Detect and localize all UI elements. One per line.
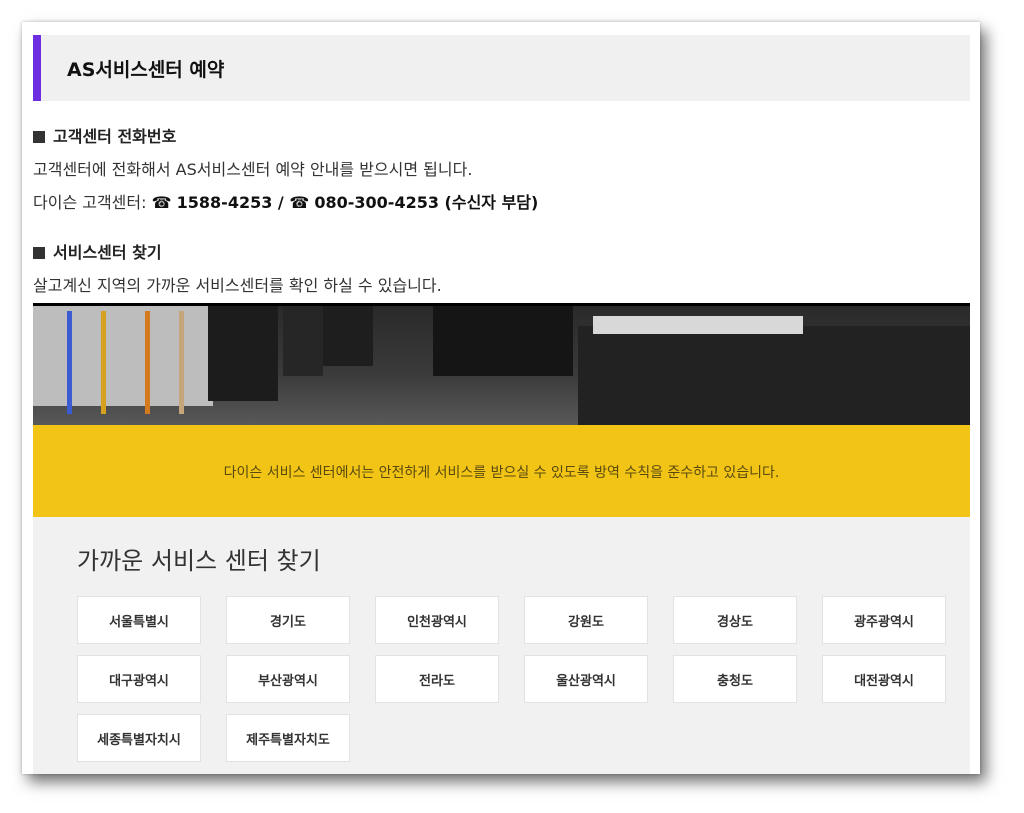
region-button-daegu[interactable]: 대구광역시 xyxy=(77,655,201,703)
region-button-chungcheong[interactable]: 충청도 xyxy=(673,655,797,703)
region-button-incheon[interactable]: 인천광역시 xyxy=(375,596,499,644)
region-button-jeolla[interactable]: 전라도 xyxy=(375,655,499,703)
region-button-sejong[interactable]: 세종특별자치시 xyxy=(77,714,201,762)
phone-section-text: 고객센터에 전화해서 AS서비스센터 예약 안내를 받으시면 됩니다. xyxy=(33,160,473,179)
region-button-gwangju[interactable]: 광주광역시 xyxy=(822,596,946,644)
center-section-text: 살고계신 지역의 가까운 서비스센터를 확인 하실 수 있습니다. xyxy=(33,276,442,295)
phone-numbers-line: 다이슨 고객센터: ☎ 1588-4253 / ☎ 080-300-4253 (… xyxy=(33,193,539,212)
notice-banner: 다이슨 서비스 센터에서는 안전하게 서비스를 받으실 수 있도록 방역 수칙을… xyxy=(33,425,970,517)
phone-icon: ☎ xyxy=(289,193,310,212)
center-section-heading: 서비스센터 찾기 xyxy=(33,239,162,263)
region-button-daejeon[interactable]: 대전광역시 xyxy=(822,655,946,703)
square-bullet-icon xyxy=(33,131,45,143)
region-button-gyeongsang[interactable]: 경상도 xyxy=(673,596,797,644)
page-title: AS서비스센터 예약 xyxy=(67,59,225,81)
region-button-busan[interactable]: 부산광역시 xyxy=(226,655,350,703)
service-center-photo xyxy=(33,303,970,428)
phone-number-2: 080-300-4253 (수신자 부담) xyxy=(314,193,539,212)
phone-section-heading: 고객센터 전화번호 xyxy=(33,123,176,147)
region-button-gangwon[interactable]: 강원도 xyxy=(524,596,648,644)
phone-number-1: 1588-4253 xyxy=(176,193,273,212)
region-button-ulsan[interactable]: 울산광역시 xyxy=(524,655,648,703)
region-button-gyeonggi[interactable]: 경기도 xyxy=(226,596,350,644)
square-bullet-icon xyxy=(33,247,45,259)
region-button-jeju[interactable]: 제주특별자치도 xyxy=(226,714,350,762)
center-finder: 가까운 서비스 센터 찾기 서울특별시 경기도 인천광역시 강원도 경상도 광주… xyxy=(33,517,970,774)
region-button-seoul[interactable]: 서울특별시 xyxy=(77,596,201,644)
notice-text: 다이슨 서비스 센터에서는 안전하게 서비스를 받으실 수 있도록 방역 수칙을… xyxy=(223,465,780,481)
finder-heading: 가까운 서비스 센터 찾기 xyxy=(77,547,321,575)
title-bar: AS서비스센터 예약 xyxy=(33,35,970,101)
content-card: AS서비스센터 예약 고객센터 전화번호 고객센터에 전화해서 AS서비스센터 … xyxy=(22,22,980,774)
phone-icon: ☎ xyxy=(151,193,172,212)
